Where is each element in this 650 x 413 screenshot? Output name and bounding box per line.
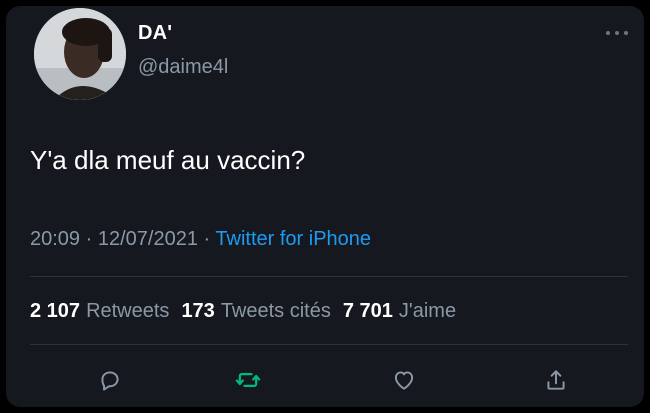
retweets-label: Retweets xyxy=(86,300,170,322)
avatar-photo xyxy=(34,8,126,100)
retweets-count: 2 107 xyxy=(30,300,81,322)
share-icon xyxy=(547,370,565,390)
quotes-stat[interactable]: 173 Tweets cités xyxy=(181,300,342,322)
like-button[interactable] xyxy=(386,362,422,398)
likes-count: 7 701 xyxy=(342,300,393,322)
retweet-icon xyxy=(235,373,261,387)
retweet-button[interactable] xyxy=(230,362,266,398)
separator: · xyxy=(85,228,93,250)
likes-label: J'aime xyxy=(398,300,457,322)
dot xyxy=(624,31,628,35)
tweet-card: DA' @daime4l Y'a dla meuf au vaccin? 20:… xyxy=(6,6,644,407)
tweet-actions xyxy=(6,362,644,398)
divider xyxy=(30,276,628,277)
likes-stat[interactable]: 7 701 J'aime xyxy=(343,300,468,322)
quotes-count: 173 xyxy=(181,300,215,322)
quotes-label: Tweets cités xyxy=(220,300,331,322)
avatar[interactable] xyxy=(34,8,126,100)
more-options-icon[interactable] xyxy=(606,28,628,38)
dot xyxy=(606,31,610,35)
tweet-time: 20:09 xyxy=(30,228,81,250)
display-name[interactable]: DA' xyxy=(138,22,172,45)
tweet-source-link[interactable]: Twitter for iPhone xyxy=(215,228,371,250)
tweet-metadata: 20:09 · 12/07/2021 · Twitter for iPhone xyxy=(30,228,371,251)
reply-button[interactable] xyxy=(92,362,128,398)
separator: · xyxy=(203,228,211,250)
tweet-text: Y'a dla meuf au vaccin? xyxy=(30,145,306,175)
heart-icon xyxy=(394,371,414,390)
retweets-stat[interactable]: 2 107 Retweets xyxy=(30,300,181,322)
tweet-stats: 2 107 Retweets 173 Tweets cités 7 701 J'aime xyxy=(30,300,468,323)
reply-bubble-icon xyxy=(101,371,119,391)
share-button[interactable] xyxy=(538,362,574,398)
tweet-date: 12/07/2021 xyxy=(97,228,198,250)
dot xyxy=(615,31,619,35)
divider xyxy=(30,344,628,345)
user-handle[interactable]: @daime4l xyxy=(138,56,228,79)
